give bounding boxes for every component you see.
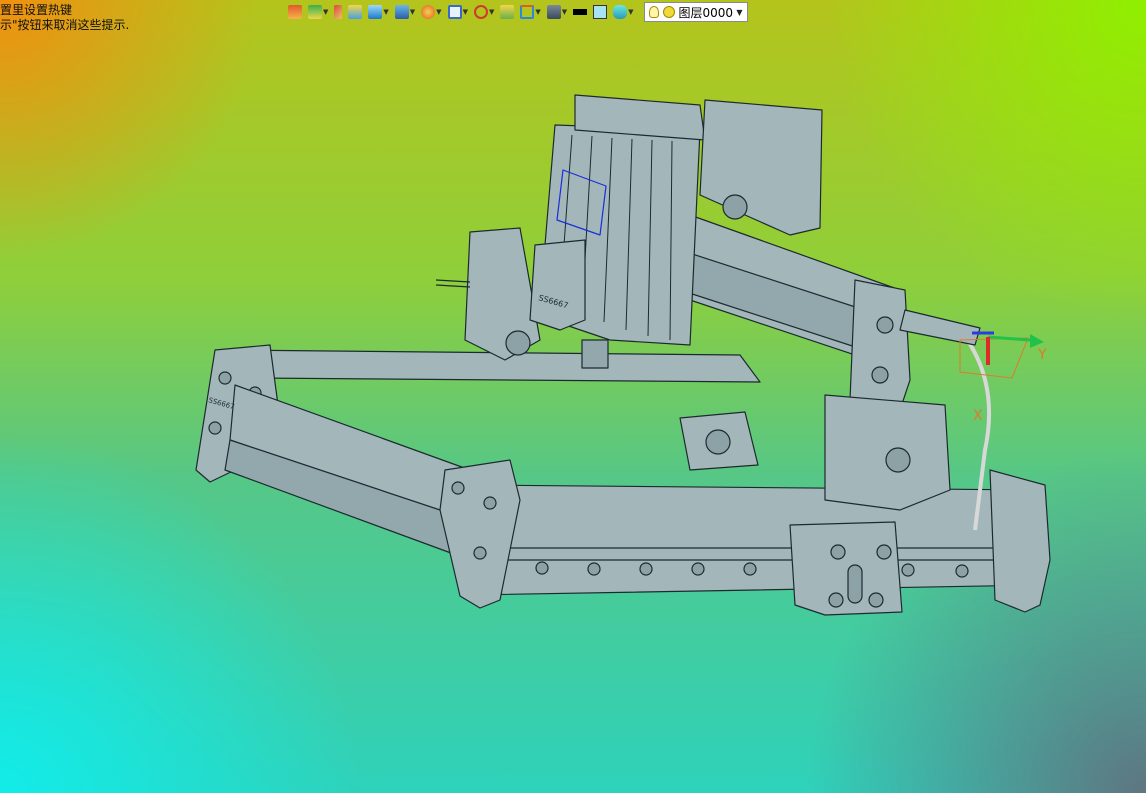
triad-x-label: X — [973, 408, 983, 424]
laser-nozzle — [581, 339, 609, 369]
bolt — [830, 544, 846, 560]
rail-hole — [535, 561, 549, 575]
pulley — [722, 194, 748, 220]
bolt — [473, 546, 487, 560]
rail-hole — [901, 563, 915, 577]
wheel — [505, 330, 531, 356]
y-stepper-motor[interactable] — [824, 394, 951, 511]
bolt — [828, 592, 844, 608]
motor-shaft — [885, 447, 911, 473]
rail-hole — [691, 562, 705, 576]
rail-hole — [743, 562, 757, 576]
back-rail[interactable] — [224, 349, 761, 383]
bolt — [868, 592, 884, 608]
triad-y-label: Y — [1037, 347, 1047, 363]
pulley — [705, 429, 731, 455]
bolt — [208, 421, 222, 435]
z-stepper-motor[interactable] — [699, 99, 823, 236]
bolt — [218, 371, 232, 385]
front-rail[interactable] — [469, 484, 1043, 596]
bolt — [483, 496, 497, 510]
laser-fan-cover[interactable] — [529, 239, 586, 331]
bolt — [876, 316, 894, 334]
bolt — [451, 481, 465, 495]
rail-hole — [639, 562, 653, 576]
bolt — [871, 366, 889, 384]
carriage-slot — [847, 564, 863, 604]
front-right-plate[interactable] — [989, 469, 1051, 613]
front-carriage[interactable] — [789, 521, 903, 616]
rail-hole — [955, 564, 969, 578]
bolt — [876, 544, 892, 560]
rail-hole — [587, 562, 601, 576]
cnc-model-viewport[interactable]: SS6667 SS6667 Y X — [0, 0, 1146, 793]
